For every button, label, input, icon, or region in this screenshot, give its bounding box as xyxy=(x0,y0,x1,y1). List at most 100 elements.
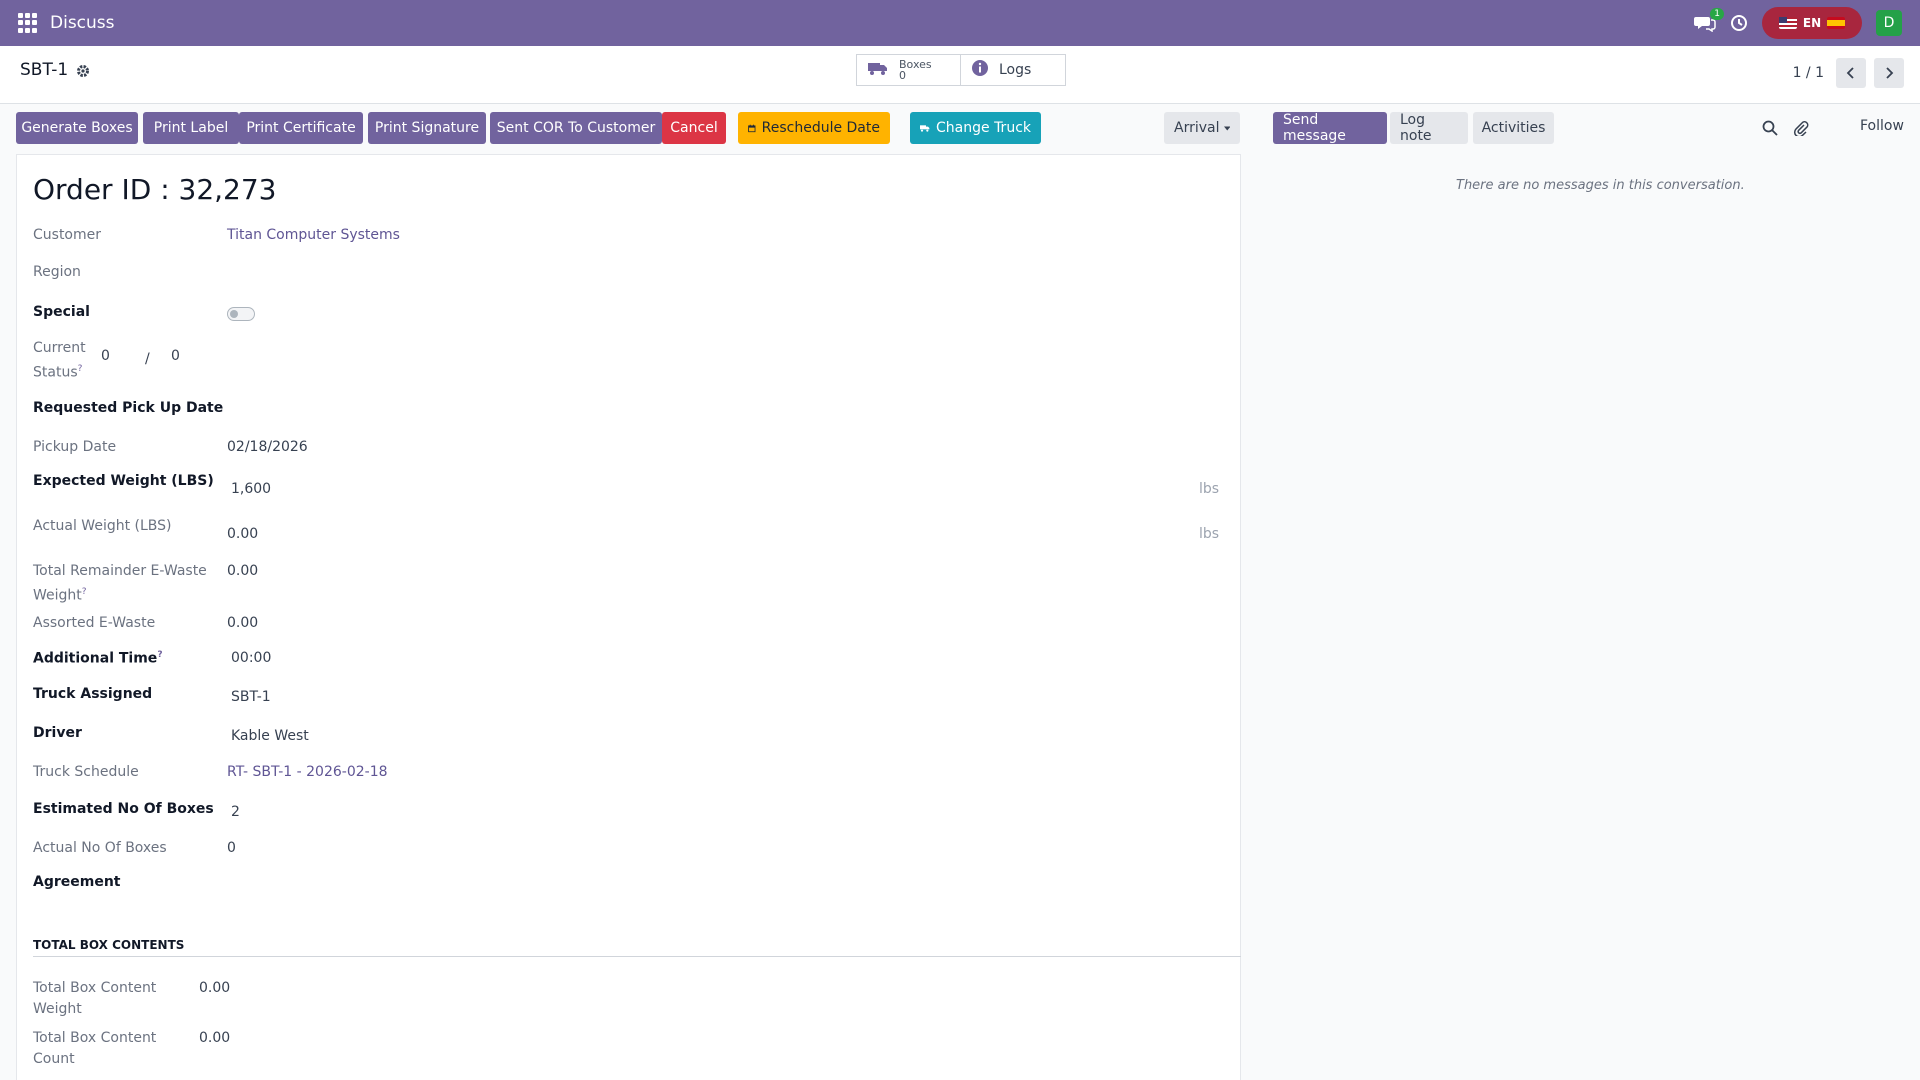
total-box-content-count-label-1: Total Box Content xyxy=(33,1030,157,1046)
caret-down-icon xyxy=(1223,125,1230,131)
change-truck-button[interactable]: Change Truck xyxy=(910,112,1041,144)
reschedule-date-button[interactable]: Reschedule Date xyxy=(738,112,890,144)
expected-weight-value[interactable]: 1,600 xyxy=(231,481,271,497)
customer-label: Customer xyxy=(33,227,102,243)
driver-label: Driver xyxy=(33,725,82,741)
form-sheet: Order ID : 32,273 Customer Titan Compute… xyxy=(16,154,1241,1080)
reschedule-date-label: Reschedule Date xyxy=(761,120,880,136)
driver-value[interactable]: Kable West xyxy=(231,728,309,744)
messaging-icon[interactable]: 1 xyxy=(1694,8,1724,33)
order-title: Order ID : 32,273 xyxy=(33,173,277,206)
section-title-box-contents: TOTAL BOX CONTENTS xyxy=(33,938,185,952)
print-label-button[interactable]: Print Label xyxy=(143,112,239,144)
language-switcher[interactable]: EN xyxy=(1762,7,1862,39)
follow-button[interactable]: Follow xyxy=(1860,118,1904,134)
expected-weight-label: Expected Weight (LBS) xyxy=(33,473,214,489)
current-status-value-b[interactable]: 0 xyxy=(171,348,180,364)
activity-clock-icon[interactable] xyxy=(1730,14,1748,32)
current-status-separator: / xyxy=(145,351,150,367)
estimated-boxes-value[interactable]: 2 xyxy=(231,804,240,820)
total-box-content-count-value: 0.00 xyxy=(199,1030,231,1046)
special-label: Special xyxy=(33,304,90,320)
generate-boxes-button[interactable]: Generate Boxes xyxy=(16,112,138,144)
top-navbar: Discuss 1 EN D xyxy=(0,0,1920,46)
pickup-date-label: Pickup Date xyxy=(33,439,117,455)
expected-weight-unit: lbs xyxy=(1199,481,1220,497)
user-avatar[interactable]: D xyxy=(1876,10,1902,36)
logs-label: Logs xyxy=(999,62,1032,78)
total-remainder-label-2: Weight xyxy=(33,587,82,604)
help-icon[interactable]: ? xyxy=(82,587,87,597)
pager-previous-button[interactable] xyxy=(1836,58,1866,88)
region-label: Region xyxy=(33,264,81,280)
total-remainder-label-line-2: Weight? xyxy=(33,582,87,606)
apps-menu-icon[interactable] xyxy=(18,13,38,33)
help-icon[interactable]: ? xyxy=(78,364,83,374)
status-dropdown[interactable]: Arrival xyxy=(1164,112,1240,144)
special-toggle[interactable] xyxy=(227,307,255,321)
additional-time-label: Additional Time xyxy=(33,650,158,667)
search-icon[interactable] xyxy=(1762,120,1778,136)
gear-icon[interactable] xyxy=(76,63,90,77)
activities-button[interactable]: Activities xyxy=(1473,112,1554,144)
pager-value[interactable]: 1 / 1 xyxy=(1793,65,1824,81)
sent-cor-to-customer-button[interactable]: Sent COR To Customer xyxy=(490,112,662,144)
current-status-value-a[interactable]: 0 xyxy=(101,348,110,364)
boxes-count: 0 xyxy=(899,69,906,82)
paperclip-icon[interactable] xyxy=(1793,120,1809,138)
actual-weight-unit: lbs xyxy=(1199,526,1220,542)
language-code: EN xyxy=(1802,16,1822,30)
total-box-content-weight-label-2: Weight xyxy=(33,1001,82,1017)
status-label-line: Status? xyxy=(33,359,82,383)
us-flag-icon xyxy=(1778,17,1797,29)
truck-icon xyxy=(920,125,930,132)
assorted-e-waste-value: 0.00 xyxy=(227,615,259,631)
calendar-icon xyxy=(748,124,756,132)
smart-buttons: Boxes 0 Logs xyxy=(856,54,1066,86)
change-truck-label: Change Truck xyxy=(936,120,1031,136)
cancel-button[interactable]: Cancel xyxy=(662,112,726,144)
customer-value[interactable]: Titan Computer Systems xyxy=(227,227,400,243)
estimated-boxes-label: Estimated No Of Boxes xyxy=(33,801,214,817)
control-panel: SBT-1 Boxes 0 Logs 1 / 1 xyxy=(0,46,1920,104)
log-note-button[interactable]: Log note xyxy=(1390,112,1468,144)
total-remainder-value: 0.00 xyxy=(227,563,259,579)
additional-time-label-line: Additional Time? xyxy=(33,645,163,669)
es-flag-icon xyxy=(1827,17,1846,29)
actual-weight-value[interactable]: 0.00 xyxy=(227,526,258,542)
total-box-content-count-label-2: Count xyxy=(33,1051,75,1067)
current-label: Current xyxy=(33,340,86,356)
agreement-label: Agreement xyxy=(33,874,121,890)
total-box-content-weight-label-1: Total Box Content xyxy=(33,980,157,996)
total-remainder-label-1: Total Remainder E-Waste xyxy=(33,563,207,579)
print-signature-button[interactable]: Print Signature xyxy=(368,112,486,144)
app-title[interactable]: Discuss xyxy=(50,13,115,33)
navbar-systray: 1 EN D xyxy=(1694,0,1902,46)
actual-weight-label: Actual Weight (LBS) xyxy=(33,518,172,534)
logs-smart-button[interactable]: Logs xyxy=(961,54,1066,86)
info-icon xyxy=(971,59,989,81)
assorted-e-waste-label: Assorted E-Waste xyxy=(33,615,156,631)
truck-icon xyxy=(867,60,889,80)
truck-schedule-label: Truck Schedule xyxy=(33,764,139,780)
pickup-date-value[interactable]: 02/18/2026 xyxy=(227,439,308,455)
breadcrumb: SBT-1 xyxy=(20,60,90,80)
status-dropdown-label: Arrival xyxy=(1174,120,1220,136)
boxes-smart-button[interactable]: Boxes 0 xyxy=(856,54,961,86)
help-icon[interactable]: ? xyxy=(157,650,162,660)
chevron-right-icon xyxy=(1886,67,1894,79)
section-divider xyxy=(33,956,1241,957)
messaging-badge: 1 xyxy=(1710,8,1724,20)
truck-assigned-label: Truck Assigned xyxy=(33,686,153,702)
record-title: SBT-1 xyxy=(20,60,69,80)
pager-next-button[interactable] xyxy=(1874,58,1904,88)
chevron-left-icon xyxy=(1846,67,1854,79)
additional-time-value[interactable]: 00:00 xyxy=(231,650,271,666)
send-message-button[interactable]: Send message xyxy=(1273,112,1387,144)
actual-boxes-label: Actual No Of Boxes xyxy=(33,840,167,856)
truck-assigned-value[interactable]: SBT-1 xyxy=(231,689,271,705)
truck-schedule-value[interactable]: RT- SBT-1 - 2026-02-18 xyxy=(227,764,388,780)
print-certificate-button[interactable]: Print Certificate xyxy=(239,112,363,144)
requested-pickup-date-label: Requested Pick Up Date xyxy=(33,400,224,416)
pager: 1 / 1 xyxy=(1793,58,1904,88)
